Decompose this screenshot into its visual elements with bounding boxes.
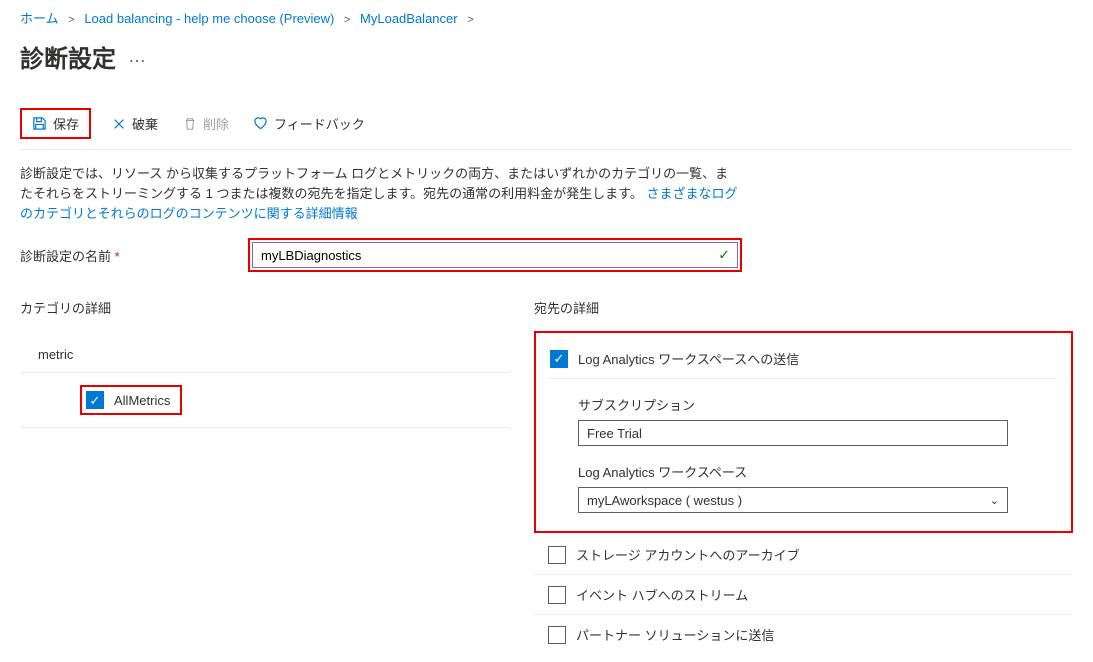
workspace-label: Log Analytics ワークスペース [578,462,1057,481]
allmetrics-label: AllMetrics [114,393,170,408]
diagnostic-name-input[interactable] [252,242,738,268]
delete-button-label: 削除 [203,114,229,133]
close-icon [111,116,126,131]
trash-icon [182,116,197,131]
send-to-log-analytics-label: Log Analytics ワークスペースへの送信 [578,349,799,368]
category-group-metric: metric [20,337,510,372]
save-button-label: 保存 [53,114,79,133]
heart-icon [253,116,268,131]
send-to-log-analytics-checkbox[interactable] [550,350,568,368]
archive-storage-checkbox[interactable] [548,546,566,564]
event-hub-checkbox[interactable] [548,586,566,604]
archive-storage-label: ストレージ アカウントへのアーカイブ [576,545,800,564]
workspace-value: myLAworkspace ( westus ) [587,493,742,508]
save-icon [32,116,47,131]
category-details-header: カテゴリの詳細 [20,298,510,317]
discard-button[interactable]: 破棄 [107,112,162,135]
description-body: 診断設定では、リソース から収集するプラットフォーム ログとメトリックの両方、ま… [20,166,728,201]
partner-solution-label: パートナー ソリューションに送信 [576,625,774,644]
breadcrumb-item-1[interactable]: Load balancing - help me choose (Preview… [84,11,334,26]
allmetrics-checkbox[interactable] [86,391,104,409]
delete-button: 削除 [178,112,233,135]
event-hub-label: イベント ハブへのストリーム [576,585,748,604]
chevron-right-icon: > [344,14,350,26]
workspace-select[interactable]: myLAworkspace ( westus ) ⌄ [578,487,1008,513]
breadcrumb-home[interactable]: ホーム [20,11,59,26]
valid-check-icon: ✓ [718,247,730,264]
name-label: 診断設定の名前 * [20,246,236,265]
save-button[interactable]: 保存 [28,112,83,135]
feedback-button-label: フィードバック [274,114,365,133]
other-destinations: ストレージ アカウントへのアーカイブ イベント ハブへのストリーム パートナー … [534,535,1073,654]
toolbar: 保存 破棄 削除 フィードバック [20,102,1073,150]
chevron-right-icon: > [68,14,74,26]
description-text: 診断設定では、リソース から収集するプラットフォーム ログとメトリックの両方、ま… [20,164,740,224]
subscription-input[interactable]: Free Trial [578,420,1008,446]
feedback-button[interactable]: フィードバック [249,112,369,135]
subscription-value: Free Trial [587,426,642,441]
page-title: 診断設定 [20,39,116,74]
subscription-label: サブスクリプション [578,395,1057,414]
chevron-down-icon: ⌄ [990,494,999,507]
destination-details-header: 宛先の詳細 [534,298,1073,317]
breadcrumb: ホーム > Load balancing - help me choose (P… [20,8,1073,27]
more-actions-button[interactable]: … [128,46,148,67]
chevron-right-icon: > [467,14,473,26]
partner-solution-checkbox[interactable] [548,626,566,644]
discard-button-label: 破棄 [132,114,158,133]
breadcrumb-item-2[interactable]: MyLoadBalancer [360,11,458,26]
log-analytics-panel: Log Analytics ワークスペースへの送信 サブスクリプション Free… [534,331,1073,533]
